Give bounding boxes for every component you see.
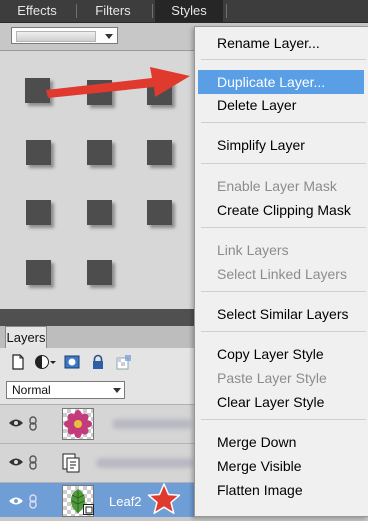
menu-item-label: Select Similar Layers [217,306,349,322]
menu-item-label: Merge Visible [217,458,302,474]
menu-item-label: Create Clipping Mask [217,202,351,218]
style-thumbnail[interactable] [26,260,51,285]
menu-item-paste-layer-style[interactable]: Paste Layer Style [195,366,367,390]
menu-separator [201,227,366,228]
menu-item-select-linked-layers[interactable]: Select Linked Layers [195,262,367,286]
link-icon[interactable] [28,494,38,509]
eye-icon[interactable] [9,496,23,506]
menu-item-label: Merge Down [217,434,297,450]
menu-item-rename-layer[interactable]: Rename Layer... [195,31,367,55]
menu-item-copy-layer-style[interactable]: Copy Layer Style [195,342,367,366]
menu-separator [201,122,366,123]
style-thumbnail[interactable] [26,140,51,165]
menu-item-label: Select Linked Layers [217,266,347,282]
tab-divider [76,4,77,18]
layer-name-redacted [112,419,192,429]
blend-mode-value: Normal [12,383,51,397]
menu-item-label: Rename Layer... [217,35,320,51]
menu-item-label: Delete Layer [217,97,297,113]
lock-icon[interactable] [90,354,106,370]
tab-divider [226,4,227,18]
menu-item-merge-visible[interactable]: Merge Visible [195,454,367,478]
menu-item-duplicate-layer[interactable]: Duplicate Layer... [198,70,364,94]
star-annotation [147,483,181,514]
style-thumbnail[interactable] [87,200,112,225]
layer-name: Leaf2 [109,494,142,509]
menu-separator [201,291,366,292]
chevron-down-icon [105,34,113,39]
new-layer-icon[interactable] [10,354,26,370]
menu-item-merge-down[interactable]: Merge Down [195,430,367,454]
arrow-annotation [46,67,190,98]
menu-item-create-clipping-mask[interactable]: Create Clipping Mask [195,198,367,222]
eye-icon[interactable] [9,457,23,467]
menu-item-simplify-layer[interactable]: Simplify Layer [195,133,367,157]
menu-item-label: Duplicate Layer... [217,74,326,90]
menu-item-clear-layer-style[interactable]: Clear Layer Style [195,390,367,414]
smart-object-icon [62,453,80,473]
smart-object-badge-icon [83,504,94,515]
menu-item-link-layers[interactable]: Link Layers [195,238,367,262]
menu-separator [201,163,366,164]
eye-icon[interactable] [9,418,23,428]
style-thumbnail[interactable] [87,260,112,285]
link-icon[interactable] [28,455,38,470]
menu-separator [201,331,366,332]
tab-divider [152,4,153,18]
menu-item-label: Enable Layer Mask [217,178,337,194]
menu-item-label: Clear Layer Style [217,394,325,410]
menu-item-select-similar-layers[interactable]: Select Similar Layers [195,302,367,326]
style-thumbnail[interactable] [26,200,51,225]
flower-thumbnail [62,408,94,440]
layer-name-redacted [96,458,194,468]
menu-item-enable-layer-mask[interactable]: Enable Layer Mask [195,174,367,198]
menu-item-label: Link Layers [217,242,289,258]
tab-layers[interactable]: Layers [5,326,47,348]
tab-styles[interactable]: Styles [155,0,223,22]
flower-icon [64,410,92,438]
fill-adjustment-icon[interactable] [34,354,56,370]
menu-item-label: Paste Layer Style [217,370,327,386]
menu-item-label: Flatten Image [217,482,303,498]
menu-separator [201,419,366,420]
menu-item-flatten-image[interactable]: Flatten Image [195,478,367,502]
tab-effects[interactable]: Effects [6,0,68,22]
blend-mode-select[interactable]: Normal [6,381,125,399]
layer-mask-icon[interactable] [64,354,80,370]
link-icon[interactable] [28,416,38,431]
style-library-swatch [16,31,96,42]
tab-filters[interactable]: Filters [82,0,144,22]
menu-item-delete-layer[interactable]: Delete Layer [195,93,367,117]
lock-transparency-icon[interactable] [116,354,132,370]
menu-item-label: Simplify Layer [217,137,305,153]
style-thumbnail[interactable] [87,140,112,165]
style-thumbnail[interactable] [147,140,172,165]
style-thumbnail[interactable] [147,200,172,225]
style-library-dropdown[interactable] [11,27,118,44]
chevron-down-icon [113,388,121,393]
menu-separator [201,59,366,60]
menu-item-label: Copy Layer Style [217,346,324,362]
